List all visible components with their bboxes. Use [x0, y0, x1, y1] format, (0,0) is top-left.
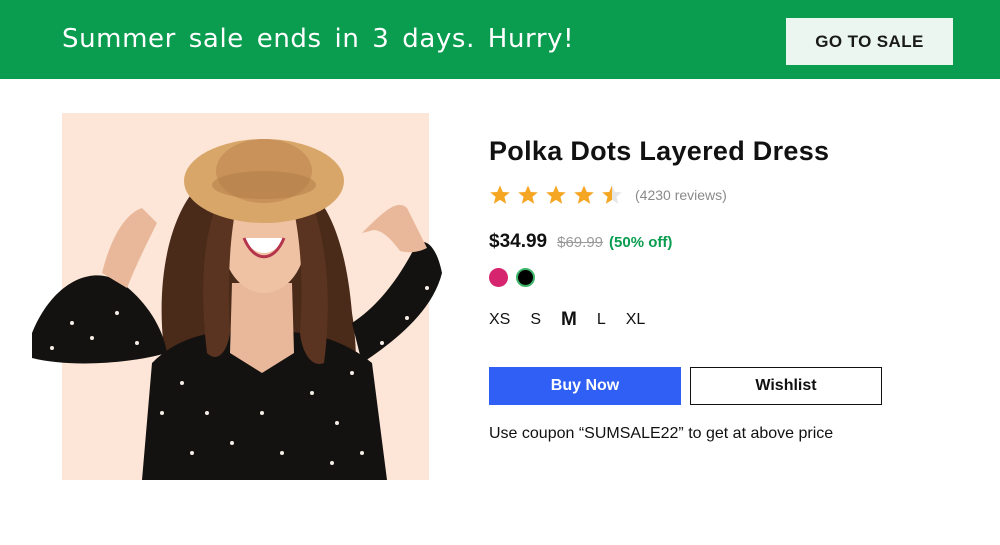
star-full-icon: [546, 185, 566, 204]
color-options: [489, 268, 535, 287]
banner-message: Summer sale ends in 3 days. Hurry!: [62, 24, 575, 54]
size-options: XS S M L XL: [489, 309, 665, 331]
discount-label: (50% off): [609, 234, 673, 251]
sale-banner: Summer sale ends in 3 days. Hurry! GO TO…: [0, 0, 1000, 79]
size-option-s[interactable]: S: [530, 311, 541, 329]
buy-now-button[interactable]: Buy Now: [489, 367, 681, 405]
size-option-xl[interactable]: XL: [626, 311, 646, 329]
reviews-count[interactable]: (4230 reviews): [635, 187, 727, 203]
product-photo-woman-in-hat: [32, 139, 442, 480]
coupon-note: Use coupon “SUMSALE22” to get at above p…: [489, 425, 834, 442]
product-title: Polka Dots Layered Dress: [489, 136, 830, 166]
star-full-icon: [518, 185, 538, 204]
current-price: $34.99: [489, 231, 548, 252]
star-full-icon: [574, 185, 594, 204]
star-full-icon: [490, 185, 510, 204]
color-swatch-black[interactable]: [516, 268, 535, 287]
go-to-sale-button[interactable]: GO TO SALE: [786, 18, 953, 65]
wishlist-button[interactable]: Wishlist: [690, 367, 882, 405]
product-image: [32, 113, 442, 480]
size-option-l[interactable]: L: [597, 311, 606, 329]
star-half-icon: [602, 185, 622, 204]
product-rating: (4230 reviews): [489, 183, 727, 207]
size-option-m[interactable]: M: [561, 309, 577, 331]
size-option-xs[interactable]: XS: [489, 311, 510, 329]
rating-stars: [489, 184, 623, 206]
product-page: Summer sale ends in 3 days. Hurry! GO TO…: [0, 0, 1000, 545]
price-row: $34.99 $69.99 (50% off): [489, 231, 672, 253]
original-price: $69.99: [557, 234, 604, 251]
color-swatch-pink[interactable]: [489, 268, 508, 287]
